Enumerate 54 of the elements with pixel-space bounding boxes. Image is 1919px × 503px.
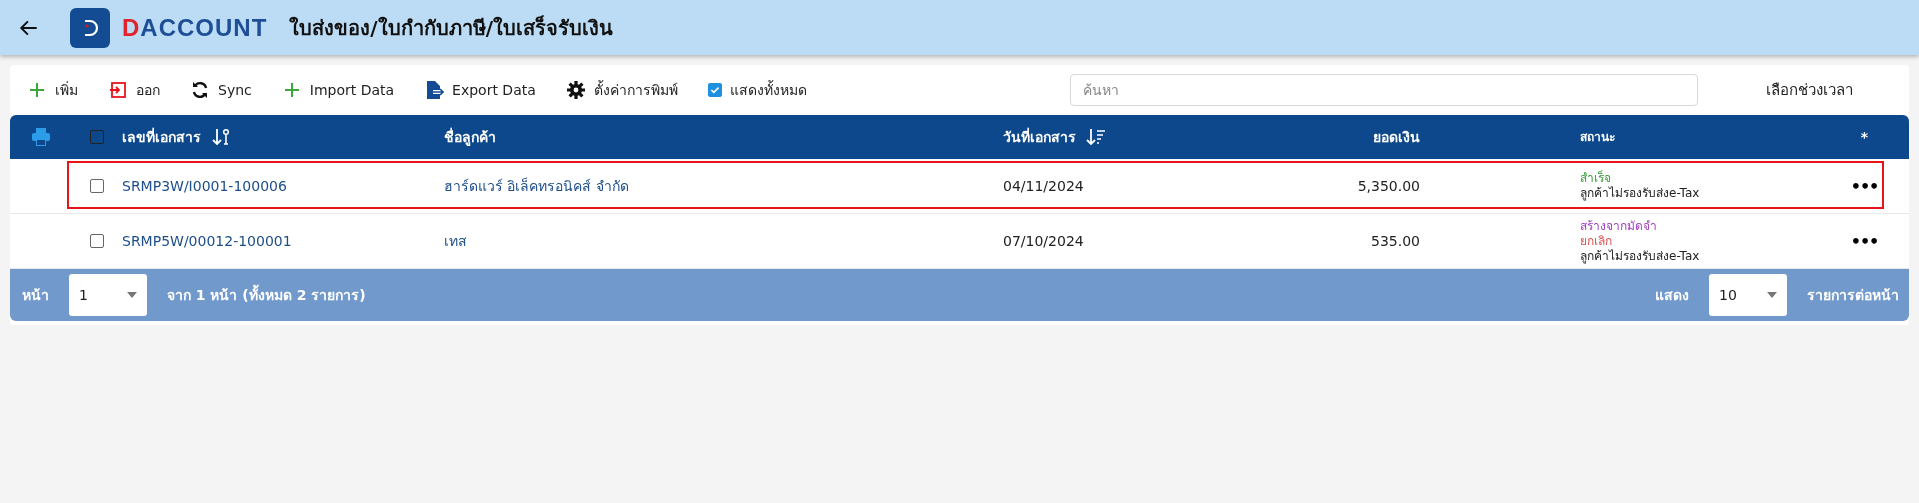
show-label: แสดง — [1655, 286, 1689, 305]
per-page-label: รายการต่อหน้า — [1807, 286, 1899, 305]
page-info: จาก 1 หน้า (ทั้งหมด 2 รายการ) — [167, 284, 366, 306]
per-page-select[interactable]: 10 — [1709, 274, 1787, 316]
column-header[interactable]: ชื่อลูกค้า — [444, 126, 496, 148]
exit-icon — [108, 80, 128, 100]
amount: 535.00 — [1371, 233, 1420, 249]
page-title: ใบส่งของ/ใบกำกับภาษี/ใบเสร็จรับเงิน — [289, 14, 613, 42]
page-select[interactable]: 1 — [69, 274, 147, 316]
settings-icon — [565, 80, 586, 100]
sort-descending-icon[interactable] — [1086, 127, 1106, 147]
row-checkbox[interactable] — [90, 234, 104, 248]
check-icon — [708, 84, 721, 96]
document-number[interactable]: SRMP5W/00012-100001 — [122, 233, 292, 249]
sort-icon[interactable] — [211, 127, 231, 147]
status-text: สร้างจากมัดจำ — [1580, 218, 1657, 234]
search-field[interactable]: ค้นหา — [1070, 74, 1698, 106]
status-text: ลูกค้าไม่รองรับส่งe-Tax — [1580, 186, 1700, 201]
row-checkbox[interactable] — [90, 179, 104, 193]
brand-logo: DACCOUNT — [122, 13, 268, 42]
plus-icon — [27, 80, 47, 100]
column-header[interactable]: เลขที่เอกสาร — [122, 126, 201, 148]
caret-icon — [1767, 292, 1777, 298]
toolbar-button[interactable]: Sync — [188, 76, 254, 104]
customer-name: เทส — [444, 232, 467, 251]
document-date: 04/11/2024 — [1003, 178, 1084, 194]
status-text: ยกเลิก — [1580, 233, 1612, 249]
document-date: 07/10/2024 — [1003, 233, 1084, 249]
date-range-button[interactable]: เลือกช่วงเวลา — [1760, 77, 1859, 103]
toolbar-button[interactable]: Import Data — [279, 76, 397, 104]
page-label: หน้า — [22, 286, 49, 305]
document-number[interactable]: SRMP3W/I0001-100006 — [122, 178, 287, 194]
toolbar-button[interactable]: เพิ่ม — [25, 75, 80, 105]
customer-name: ฮาร์ดแวร์ อิเล็คทรอนิคส์ จำกัด — [444, 176, 629, 196]
more-options-button[interactable]: ••• — [1844, 230, 1885, 252]
column-header[interactable]: * — [1860, 129, 1869, 145]
more-options-button[interactable]: ••• — [1844, 175, 1885, 197]
select-all-checkbox[interactable] — [90, 130, 104, 144]
checkbox[interactable] — [707, 83, 722, 97]
show-all-checkbox[interactable]: แสดงทั้งหมด — [705, 75, 809, 105]
sync-icon — [190, 80, 210, 100]
caret-icon — [127, 292, 137, 298]
status-text: ลูกค้าไม่รองรับส่งe-Tax — [1580, 248, 1700, 264]
toolbar-button[interactable]: Export Data — [422, 76, 538, 104]
table-row[interactable]: SRMP3W/I0001-100006 ฮาร์ดแวร์ อิเล็คทรอนิคส์ จำกัด 04/11/2024 5,350.00 สำเร็จ ลูกค้าไม่รองรับส่งe-Tax ••• — [10, 159, 1909, 214]
toolbar-button[interactable]: ตั้งค่าการพิมพ์ — [563, 75, 680, 105]
column-header[interactable]: ยอดเงิน — [1373, 126, 1420, 148]
status-text: สำเร็จ — [1580, 171, 1611, 186]
amount: 5,350.00 — [1357, 178, 1420, 194]
file-export-icon — [424, 80, 445, 100]
column-header[interactable]: วันที่เอกสาร — [1003, 126, 1076, 148]
column-header[interactable]: สถานะ — [1580, 129, 1615, 145]
printer-icon[interactable] — [31, 127, 51, 147]
toolbar-button[interactable]: ออก — [106, 75, 162, 105]
